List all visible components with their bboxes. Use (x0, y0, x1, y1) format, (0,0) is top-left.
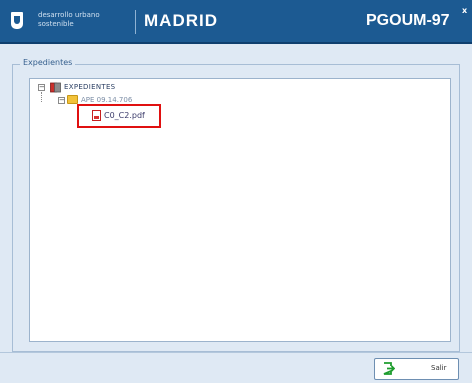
tree-node-folder[interactable]: APE 09.14.706 (81, 96, 132, 104)
tree-connector (41, 92, 42, 102)
plan-title: PGOUM-97 (366, 12, 450, 29)
logo-subtitle: desarrollo urbano sostenible (38, 11, 100, 28)
groupbox-legend: Expedientes (20, 58, 76, 67)
exit-label: Salir (431, 364, 447, 372)
selection-highlight (77, 104, 161, 128)
exit-door-icon (383, 362, 395, 375)
tree-node-root[interactable]: EXPEDIENTES (64, 83, 115, 91)
app-header: desarrollo urbano sostenible MADRID PGOU… (0, 0, 472, 44)
app-window: desarrollo urbano sostenible MADRID PGOU… (0, 0, 472, 383)
logo-city: MADRID (144, 11, 218, 30)
book-icon (50, 82, 61, 93)
close-icon[interactable]: x (462, 6, 467, 15)
collapse-icon[interactable]: − (58, 97, 65, 104)
madrid-crest-icon (11, 12, 23, 29)
logo-divider (135, 10, 136, 34)
folder-icon (67, 95, 78, 104)
collapse-icon[interactable]: − (38, 84, 45, 91)
